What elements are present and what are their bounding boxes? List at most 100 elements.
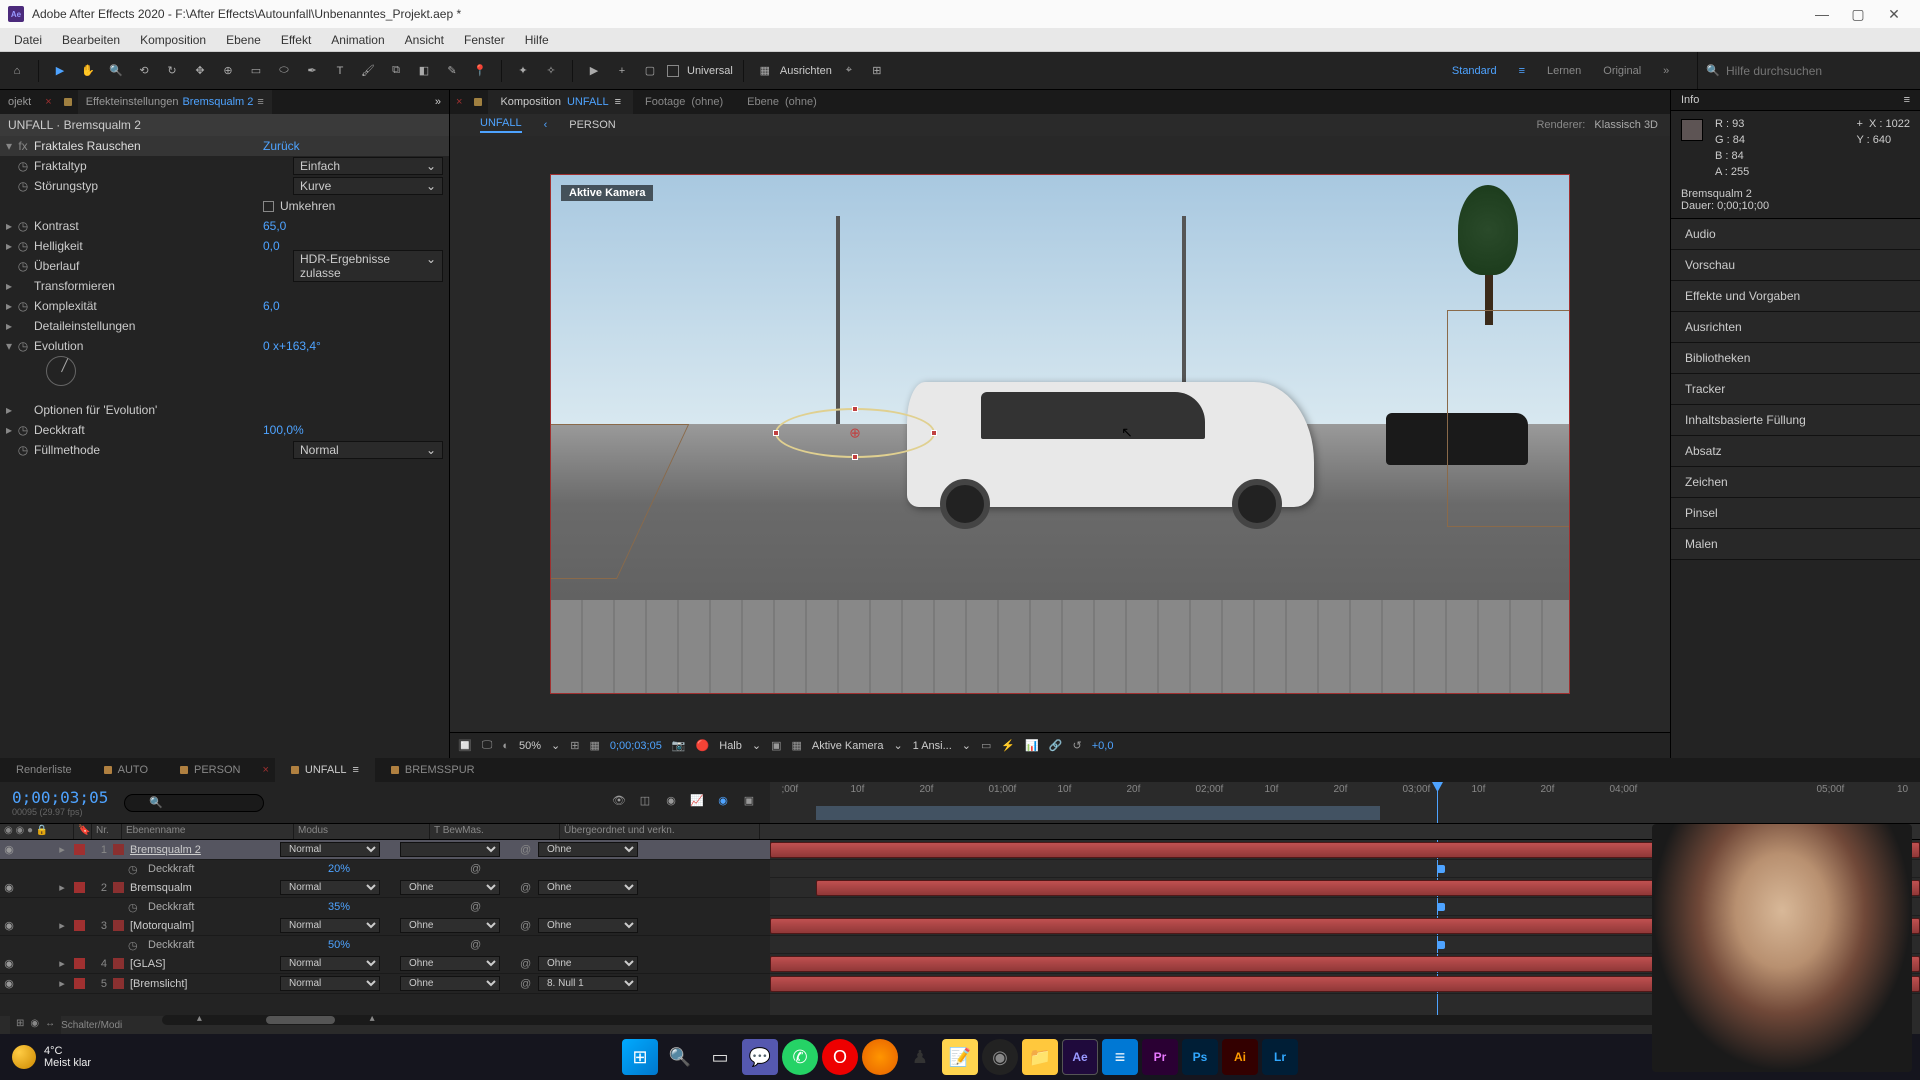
stopwatch-icon[interactable]: ◷ bbox=[128, 901, 142, 914]
expand-icon[interactable]: ▸ bbox=[6, 279, 16, 293]
umkehren-checkbox[interactable]: Umkehren bbox=[263, 199, 443, 213]
task-view-icon[interactable]: ▭ bbox=[702, 1039, 738, 1075]
visibility-icon[interactable]: ◉ bbox=[0, 957, 18, 970]
timeline-tab-bremsspur[interactable]: BREMSSPUR bbox=[375, 758, 491, 782]
layer-color[interactable] bbox=[74, 882, 85, 893]
effect-expand-icon[interactable]: ▾ bbox=[6, 139, 16, 153]
panel-audio[interactable]: Audio bbox=[1671, 219, 1920, 250]
layer-row[interactable]: ◉ ▸ 4 [GLAS] Normal Ohne @ Ohne bbox=[0, 954, 770, 974]
pickwhip-icon[interactable]: @ bbox=[470, 901, 481, 913]
dropdown-icon[interactable]: ⌄ bbox=[752, 739, 761, 752]
lightroom-icon[interactable]: Lr bbox=[1262, 1039, 1298, 1075]
search-icon[interactable]: 🔍 bbox=[662, 1039, 698, 1075]
parent-dropdown[interactable]: Ohne bbox=[538, 956, 638, 971]
fraktaltyp-dropdown[interactable]: Einfach⌄ bbox=[293, 157, 443, 175]
expand-icon[interactable]: ▸ bbox=[6, 423, 16, 437]
mask-icon[interactable]: ◐ bbox=[502, 740, 509, 752]
start-icon[interactable]: ⊞ bbox=[622, 1039, 658, 1075]
panel-tracker[interactable]: Tracker bbox=[1671, 374, 1920, 405]
vscode-icon[interactable]: ≡ bbox=[1102, 1039, 1138, 1075]
pickwhip-icon[interactable]: @ bbox=[520, 958, 538, 970]
resolution-dropdown[interactable]: Halb bbox=[719, 740, 742, 752]
stopwatch-icon[interactable]: ◷ bbox=[16, 159, 30, 173]
keyframe-marker[interactable] bbox=[1437, 903, 1445, 911]
stopwatch-icon[interactable]: ◷ bbox=[16, 259, 30, 273]
project-tab[interactable]: ojekt bbox=[0, 90, 39, 114]
stopwatch-icon[interactable]: ◷ bbox=[16, 339, 30, 353]
layer-row[interactable]: ◉ ▸ 3 [Motorqualm] Normal Ohne @ Ohne bbox=[0, 916, 770, 936]
property-value[interactable]: 20% bbox=[328, 863, 350, 875]
close-button[interactable]: ✕ bbox=[1876, 0, 1912, 28]
effect-name[interactable]: Fraktales Rauschen bbox=[34, 139, 263, 153]
monitor-icon[interactable]: 🖵 bbox=[482, 739, 493, 752]
arrow-icon[interactable]: ▶ bbox=[583, 60, 605, 82]
stopwatch-icon[interactable]: ◷ bbox=[128, 863, 142, 876]
layer-name[interactable]: Bremsqualm 2 bbox=[130, 844, 280, 856]
stopwatch-icon[interactable]: ◷ bbox=[16, 443, 30, 457]
fast-preview-icon[interactable]: ⚡ bbox=[1001, 739, 1015, 752]
trkmat-dropdown[interactable]: Ohne bbox=[400, 956, 500, 971]
layer-color[interactable] bbox=[74, 920, 85, 931]
layer-search-input[interactable] bbox=[124, 794, 264, 812]
timeline-tab-person[interactable]: PERSON bbox=[164, 758, 256, 782]
expand-icon[interactable]: ▸ bbox=[54, 977, 70, 990]
photoshop-icon[interactable]: Ps bbox=[1182, 1039, 1218, 1075]
layer-name[interactable]: [Motorqualm] bbox=[130, 920, 280, 932]
layer-row[interactable]: ◉ ▸ 1 Bremsqualm 2 Normal @ Ohne bbox=[0, 840, 770, 860]
expand-icon[interactable]: ▸ bbox=[54, 957, 70, 970]
workspace-menu-icon[interactable]: ≡ bbox=[1519, 65, 1525, 77]
subtab-unfall[interactable]: UNFALL bbox=[480, 117, 522, 133]
property-value[interactable]: 50% bbox=[328, 939, 350, 951]
comp-tab-komposition[interactable]: Komposition UNFALL ≡ bbox=[488, 90, 633, 114]
menu-komposition[interactable]: Komposition bbox=[130, 33, 216, 47]
fx-icon[interactable]: fx bbox=[16, 139, 30, 153]
help-search[interactable]: 🔍 bbox=[1697, 52, 1914, 89]
opera-icon[interactable]: O bbox=[822, 1039, 858, 1075]
workspace-overflow-icon[interactable]: » bbox=[1663, 65, 1669, 77]
eraser-tool-icon[interactable]: ◧ bbox=[413, 60, 435, 82]
panel-menu-icon[interactable]: ≡ bbox=[1904, 94, 1910, 106]
keyframe-marker[interactable] bbox=[1437, 941, 1445, 949]
effect-reset[interactable]: Zurück bbox=[263, 139, 443, 153]
panel-absatz[interactable]: Absatz bbox=[1671, 436, 1920, 467]
evolution-value[interactable]: 0 x+163,4° bbox=[263, 339, 443, 353]
pen-tool-icon[interactable]: ✒ bbox=[301, 60, 323, 82]
camera-tool-icon[interactable]: ✥ bbox=[189, 60, 211, 82]
hand-tool-icon[interactable]: ✋ bbox=[77, 60, 99, 82]
mode-dropdown[interactable]: Normal bbox=[280, 880, 380, 895]
panel-vorschau[interactable]: Vorschau bbox=[1671, 250, 1920, 281]
stopwatch-icon[interactable]: ◷ bbox=[128, 939, 142, 952]
snap-grid-icon[interactable]: ⊞ bbox=[866, 60, 888, 82]
panel-overflow-icon[interactable]: » bbox=[427, 96, 449, 108]
expand-icon[interactable]: ▸ bbox=[6, 239, 16, 253]
reset-exposure-icon[interactable]: ↺ bbox=[1073, 739, 1082, 752]
pixel-aspect-icon[interactable]: ▭ bbox=[981, 739, 991, 752]
whatsapp-icon[interactable]: ✆ bbox=[782, 1039, 818, 1075]
property-value[interactable]: 35% bbox=[328, 901, 350, 913]
motion-blur-icon[interactable]: ◉ bbox=[662, 794, 680, 812]
visibility-icon[interactable]: ◉ bbox=[0, 919, 18, 932]
mode-dropdown[interactable]: Normal bbox=[280, 918, 380, 933]
switch-modes-label[interactable]: Schalter/Modi bbox=[61, 1020, 122, 1031]
views-dropdown[interactable]: 1 Ansi... bbox=[913, 740, 952, 752]
weather-widget[interactable]: 4°C Meist klar bbox=[12, 1045, 91, 1069]
panel-bibliotheken[interactable]: Bibliotheken bbox=[1671, 343, 1920, 374]
panel-inhaltsbasierte[interactable]: Inhaltsbasierte Füllung bbox=[1671, 405, 1920, 436]
expand-icon[interactable]: ▸ bbox=[6, 319, 16, 333]
pickwhip-icon[interactable]: @ bbox=[470, 939, 481, 951]
toggle-switches-icon[interactable]: ⊞ bbox=[16, 1018, 24, 1032]
playhead[interactable] bbox=[1437, 782, 1438, 823]
menu-hilfe[interactable]: Hilfe bbox=[515, 33, 559, 47]
stopwatch-icon[interactable]: ◷ bbox=[16, 299, 30, 313]
world-axis-icon[interactable]: ✧ bbox=[540, 60, 562, 82]
orbit-tool-icon[interactable]: ⟲ bbox=[133, 60, 155, 82]
zoom-tool-icon[interactable]: 🔍 bbox=[105, 60, 127, 82]
home-icon[interactable]: ⌂ bbox=[6, 60, 28, 82]
camera-dropdown[interactable]: Aktive Kamera bbox=[812, 740, 884, 752]
shy-icon[interactable]: 👁 bbox=[610, 794, 628, 812]
snap-vertex-icon[interactable]: ▢ bbox=[639, 60, 661, 82]
panel-zeichen[interactable]: Zeichen bbox=[1671, 467, 1920, 498]
kontrast-value[interactable]: 65,0 bbox=[263, 219, 443, 233]
parent-dropdown[interactable]: Ohne bbox=[538, 918, 638, 933]
after-effects-icon[interactable]: Ae bbox=[1062, 1039, 1098, 1075]
